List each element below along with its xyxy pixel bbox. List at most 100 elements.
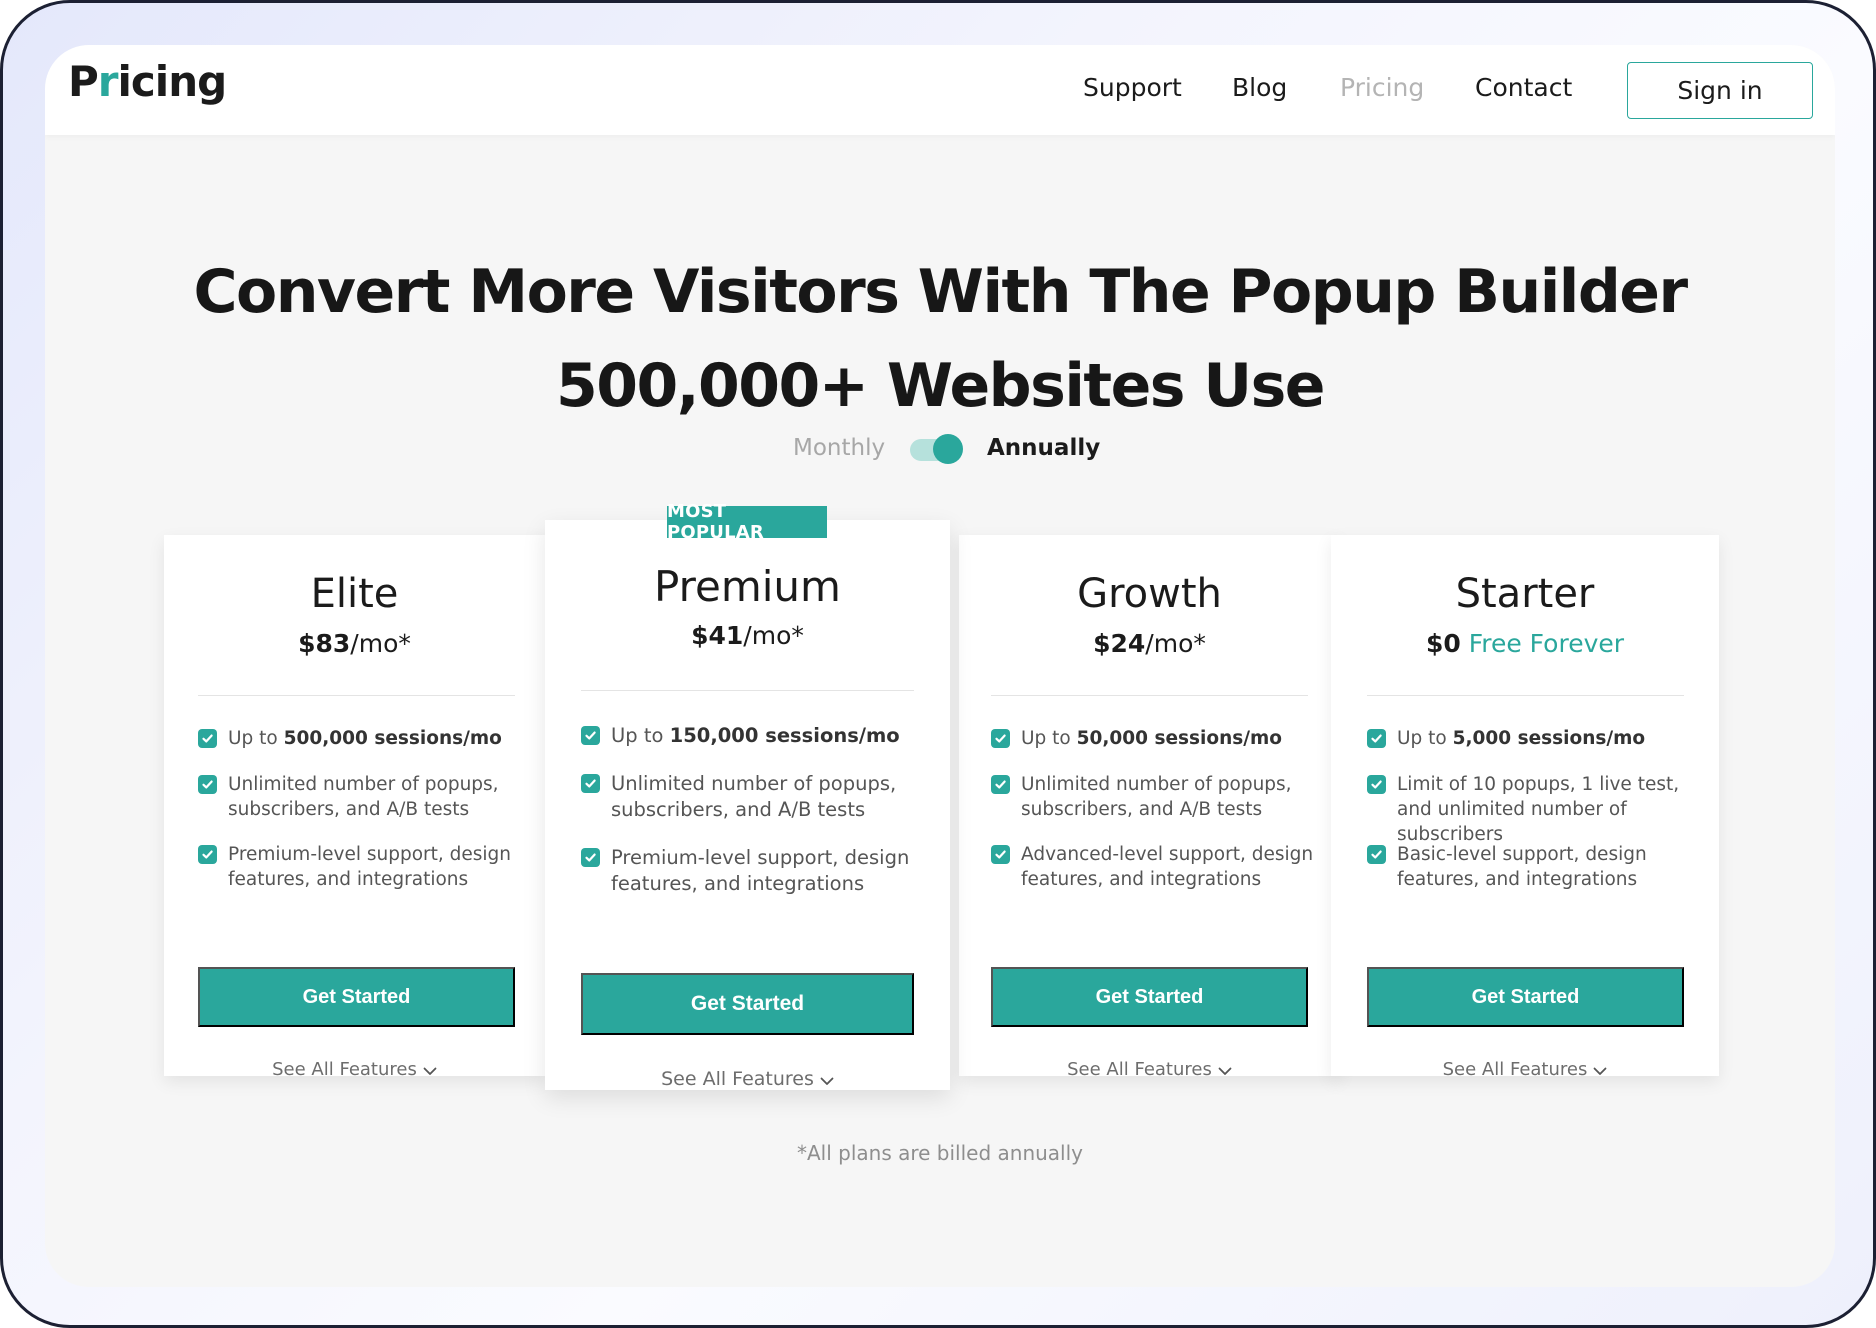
- chevron-down-icon: [1218, 1060, 1232, 1081]
- price-amount: $41: [691, 621, 744, 650]
- check-icon: [581, 774, 600, 793]
- chevron-down-icon: [423, 1060, 437, 1081]
- nav-contact[interactable]: Contact: [1475, 73, 1572, 102]
- check-icon: [991, 845, 1010, 864]
- billing-footnote: *All plans are billed annually: [796, 1141, 1084, 1165]
- check-icon: [581, 726, 600, 745]
- feature-text-bold: 150,000 sessions/mo: [669, 724, 900, 747]
- card-divider: [991, 695, 1308, 696]
- check-icon: [1367, 775, 1386, 794]
- plan-card-premium: MOST POPULAR Premium $41/mo* Up to 150,0…: [545, 501, 950, 1091]
- plan-card-elite: Elite $83/mo* Up to 500,000 sessions/mo …: [164, 535, 545, 1080]
- nav-pricing[interactable]: Pricing: [1340, 73, 1424, 102]
- card-divider: [198, 695, 515, 696]
- hero-title-line-1: Convert More Visitors With The Popup Bui…: [193, 257, 1688, 327]
- feature-text: Limit of 10 popups, 1 live test, and unl…: [1397, 774, 1680, 845]
- hero-title: Convert More Visitors With The Popup Bui…: [45, 245, 1835, 433]
- feature-text: Basic-level support, design features, an…: [1397, 844, 1647, 890]
- feature-text: Advanced-level support, design features,…: [1021, 844, 1314, 890]
- feature-item: Unlimited number of popups, subscribers,…: [198, 772, 518, 822]
- feature-text: Unlimited number of popups, subscribers,…: [611, 772, 897, 821]
- see-all-label: See All Features: [272, 1059, 417, 1080]
- logo-text-prefix: P: [68, 57, 99, 106]
- check-icon: [198, 729, 217, 748]
- hero-title-line-2: 500,000+ Websites Use: [555, 351, 1326, 421]
- feature-text: Up to 50,000 sessions/mo: [1021, 726, 1282, 751]
- feature-item: Limit of 10 popups, 1 live test, and unl…: [1367, 772, 1697, 847]
- feature-item: Up to 5,000 sessions/mo: [1367, 726, 1697, 751]
- price-unit: /mo*: [350, 629, 411, 658]
- price-amount: $0: [1425, 629, 1461, 658]
- see-all-features-elite[interactable]: See All Features: [164, 1059, 545, 1081]
- price-free-label: Free Forever: [1468, 629, 1625, 658]
- most-popular-badge: MOST POPULAR: [667, 501, 827, 543]
- check-icon: [198, 845, 217, 864]
- check-icon: [1367, 845, 1386, 864]
- see-all-label: See All Features: [661, 1068, 814, 1090]
- see-all-features-premium[interactable]: See All Features: [545, 1068, 950, 1091]
- feature-item: Unlimited number of popups, subscribers,…: [991, 772, 1316, 822]
- card-divider: [1367, 695, 1684, 696]
- feature-text-pre: Up to: [611, 724, 670, 747]
- feature-item: Unlimited number of popups, subscribers,…: [581, 771, 921, 823]
- get-started-button-premium[interactable]: Get Started: [581, 973, 914, 1035]
- feature-item: Up to 500,000 sessions/mo: [198, 726, 518, 751]
- sign-in-button[interactable]: Sign in: [1627, 62, 1813, 119]
- feature-text-pre: Up to: [228, 728, 284, 749]
- plan-name: Starter: [1455, 571, 1595, 617]
- see-all-label: See All Features: [1442, 1059, 1588, 1080]
- feature-text: Premium-level support, design features, …: [228, 844, 512, 890]
- nav-support[interactable]: Support: [1083, 73, 1182, 102]
- price-unit: /mo*: [1145, 629, 1206, 658]
- price-amount: $24: [1093, 629, 1146, 658]
- billing-annually-label[interactable]: Annually: [987, 435, 1100, 461]
- feature-text-pre: Up to: [1021, 728, 1077, 749]
- plan-price: $0 Free Forever: [1331, 629, 1719, 658]
- logo-text-suffix: icing: [117, 57, 228, 106]
- check-icon: [198, 775, 217, 794]
- feature-item: Premium-level support, design features, …: [198, 842, 518, 892]
- see-all-features-starter[interactable]: See All Features: [1331, 1059, 1719, 1081]
- feature-text: Premium-level support, design features, …: [611, 846, 910, 895]
- plan-name: Elite: [310, 571, 399, 617]
- card-divider: [581, 690, 914, 691]
- get-started-button-growth[interactable]: Get Started: [991, 967, 1308, 1027]
- plan-name: Growth: [1077, 571, 1222, 617]
- plan-price: $24/mo*: [959, 629, 1340, 658]
- see-all-features-growth[interactable]: See All Features: [959, 1059, 1340, 1081]
- feature-text-bold: 500,000 sessions/mo: [283, 728, 502, 749]
- price-amount: $83: [298, 629, 351, 658]
- billing-toggle: Monthly Annually: [45, 429, 1835, 473]
- feature-item: Up to 50,000 sessions/mo: [991, 726, 1316, 751]
- get-started-button-starter[interactable]: Get Started: [1367, 967, 1684, 1027]
- check-icon: [991, 729, 1010, 748]
- feature-text: Up to 150,000 sessions/mo: [611, 723, 900, 749]
- feature-text: Unlimited number of popups, subscribers,…: [228, 774, 499, 820]
- logo-text-accent: r: [97, 57, 119, 106]
- get-started-button-elite[interactable]: Get Started: [198, 967, 515, 1027]
- feature-item: Advanced-level support, design features,…: [991, 842, 1316, 892]
- check-icon: [991, 775, 1010, 794]
- feature-text: Up to 5,000 sessions/mo: [1397, 726, 1645, 751]
- feature-text: Up to 500,000 sessions/mo: [228, 726, 502, 751]
- feature-text: Unlimited number of popups, subscribers,…: [1021, 774, 1292, 820]
- window-frame: Pricing Support Blog Pricing Contact Sig…: [0, 0, 1876, 1328]
- billing-monthly-label[interactable]: Monthly: [793, 435, 885, 461]
- plan-card-starter: Starter $0 Free Forever Up to 5,000 sess…: [1331, 535, 1719, 1080]
- site-logo[interactable]: Pricing: [68, 57, 228, 106]
- price-unit: /mo*: [743, 621, 804, 650]
- chevron-down-icon: [820, 1069, 834, 1091]
- feature-item: Premium-level support, design features, …: [581, 845, 921, 897]
- nav-blog[interactable]: Blog: [1232, 73, 1287, 102]
- see-all-label: See All Features: [1067, 1059, 1212, 1080]
- feature-item: Basic-level support, design features, an…: [1367, 842, 1697, 892]
- plan-name: Premium: [654, 562, 841, 611]
- billing-switch-knob[interactable]: [933, 434, 963, 464]
- plan-card-growth: Growth $24/mo* Up to 50,000 sessions/mo …: [959, 535, 1340, 1080]
- check-icon: [581, 848, 600, 867]
- check-icon: [1367, 729, 1386, 748]
- chevron-down-icon: [1593, 1060, 1607, 1081]
- feature-text-bold: 5,000 sessions/mo: [1452, 728, 1646, 749]
- feature-text-pre: Up to: [1397, 728, 1453, 749]
- feature-item: Up to 150,000 sessions/mo: [581, 723, 921, 749]
